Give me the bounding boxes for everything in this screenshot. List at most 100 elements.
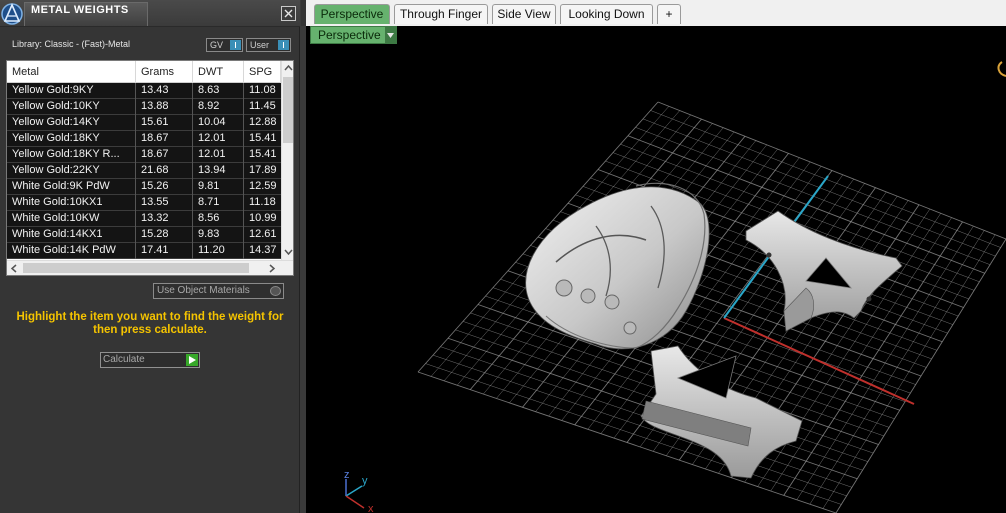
table-row[interactable]: White Gold:9K PdW 15.26 9.81 12.59 xyxy=(7,179,281,195)
dwt-cell: 13.94 xyxy=(193,163,244,179)
table-header: Metal Grams DWT SPG xyxy=(7,61,281,83)
toggle-knob-icon xyxy=(230,40,241,50)
horizontal-scroll-thumb[interactable] xyxy=(23,263,249,273)
tab-through-finger[interactable]: Through Finger xyxy=(394,4,488,24)
grams-cell: 13.43 xyxy=(136,83,193,99)
scroll-up-icon[interactable] xyxy=(282,61,293,75)
panel-title: METAL WEIGHTS xyxy=(31,4,129,16)
letter-k-upper-model[interactable] xyxy=(745,210,903,332)
table-row[interactable]: Yellow Gold:9KY 13.43 8.63 11.08 xyxy=(7,83,281,99)
app-window: METAL WEIGHTS Library: Classic - (Fast)-… xyxy=(0,0,1006,513)
table-row[interactable]: White Gold:10KW 13.32 8.56 10.99 xyxy=(7,211,281,227)
close-icon xyxy=(284,9,293,18)
corner-gizmo-icon xyxy=(997,61,1006,77)
user-toggle[interactable]: User xyxy=(246,38,291,52)
3d-viewport[interactable]: z y x Perspective xyxy=(306,26,1006,513)
panel-title-tab[interactable]: METAL WEIGHTS xyxy=(24,2,148,26)
spg-cell: 17.89 xyxy=(249,164,277,176)
spg-cell: 10.99 xyxy=(249,212,277,224)
tab-side-view[interactable]: Side View xyxy=(492,4,556,24)
add-tab-button[interactable]: + xyxy=(657,4,681,24)
column-header-grams[interactable]: Grams xyxy=(136,61,193,83)
vertical-scrollbar[interactable] xyxy=(281,61,293,260)
grams-cell: 17.41 xyxy=(136,243,193,259)
spg-cell: 11.08 xyxy=(249,84,276,96)
table-row[interactable]: White Gold:10KX1 13.55 8.71 11.18 xyxy=(7,195,281,211)
metal-cell: White Gold:10KW xyxy=(7,211,136,227)
dwt-cell: 11.20 xyxy=(193,243,244,259)
panel-header: METAL WEIGHTS xyxy=(0,0,300,27)
grams-cell: 13.32 xyxy=(136,211,193,227)
dwt-cell: 8.92 xyxy=(193,99,244,115)
grams-cell: 15.28 xyxy=(136,227,193,243)
view-mode-dropdown[interactable]: Perspective xyxy=(310,26,397,44)
column-header-spg[interactable]: SPG xyxy=(244,61,281,83)
spg-cell: 12.61 xyxy=(249,228,277,240)
metal-cell: Yellow Gold:9KY xyxy=(7,83,136,99)
spg-cell: 15.41 xyxy=(249,148,277,160)
view-tab-bar: Perspective Through Finger Side View Loo… xyxy=(301,0,1006,26)
toggle-knob-icon xyxy=(278,40,289,50)
metal-cell: White Gold:9K PdW xyxy=(7,179,136,195)
horizontal-scrollbar[interactable] xyxy=(7,260,293,275)
grams-cell: 18.67 xyxy=(136,147,193,163)
dwt-cell: 12.01 xyxy=(193,131,244,147)
gv-label: GV xyxy=(210,40,224,50)
metal-cell: White Gold:14KX1 xyxy=(7,227,136,243)
use-object-materials-checkbox[interactable]: Use Object Materials xyxy=(153,283,284,299)
hint-text: Highlight the item you want to find the … xyxy=(16,311,284,336)
spg-cell: 11.18 xyxy=(249,196,276,208)
spg-cell: 11.45 xyxy=(249,100,276,112)
dwt-cell: 9.83 xyxy=(193,227,244,243)
metal-weights-panel: METAL WEIGHTS Library: Classic - (Fast)-… xyxy=(0,0,300,513)
play-arrow-icon xyxy=(186,354,198,366)
metal-cell: White Gold:14K PdW xyxy=(7,243,136,259)
grams-cell: 18.67 xyxy=(136,131,193,147)
table-row[interactable]: Yellow Gold:14KY 15.61 10.04 12.88 xyxy=(7,115,281,131)
dwt-cell: 12.01 xyxy=(193,147,244,163)
table-body: Yellow Gold:9KY 13.43 8.63 11.08 Yellow Gold… xyxy=(7,83,281,259)
library-label: Library: Classic - (Fast)-Metal xyxy=(12,39,131,49)
dwt-cell: 8.56 xyxy=(193,211,244,227)
grams-cell: 15.26 xyxy=(136,179,193,195)
y-axis-label: y xyxy=(362,475,368,487)
grams-cell: 15.61 xyxy=(136,115,193,131)
table-row[interactable]: Yellow Gold:18KY R... 18.67 12.01 15.41 xyxy=(7,147,281,163)
calculate-label: Calculate xyxy=(103,354,145,365)
scroll-left-icon[interactable] xyxy=(7,261,21,275)
tab-looking-down[interactable]: Looking Down xyxy=(560,4,653,24)
gv-toggle[interactable]: GV xyxy=(206,38,243,52)
scroll-right-icon[interactable] xyxy=(265,261,279,275)
vertical-scroll-thumb[interactable] xyxy=(283,77,293,143)
table-row[interactable]: Yellow Gold:18KY 18.67 12.01 15.41 xyxy=(7,131,281,147)
x-axis-line xyxy=(723,317,915,405)
x-axis-label: x xyxy=(368,503,374,513)
dwt-cell: 10.04 xyxy=(193,115,244,131)
table-row[interactable]: Yellow Gold:10KY 13.88 8.92 11.45 xyxy=(7,99,281,115)
metal-cell: Yellow Gold:10KY xyxy=(7,99,136,115)
table-row[interactable]: White Gold:14K PdW 17.41 11.20 14.37 xyxy=(7,243,281,259)
view-mode-label: Perspective xyxy=(318,28,381,42)
table-row[interactable]: Yellow Gold:22KY 21.68 13.94 17.89 xyxy=(7,163,281,179)
grams-cell: 21.68 xyxy=(136,163,193,179)
metal-cell: Yellow Gold:18KY R... xyxy=(7,147,136,163)
column-header-dwt[interactable]: DWT xyxy=(193,61,244,83)
metal-table: Metal Grams DWT SPG Yellow Gold:9KY 13.43… xyxy=(6,60,294,276)
radio-icon xyxy=(270,286,281,296)
table-row[interactable]: White Gold:14KX1 15.28 9.83 12.61 xyxy=(7,227,281,243)
metal-cell: Yellow Gold:22KY xyxy=(7,163,136,179)
axis-gizmo-icon: z y x xyxy=(344,469,374,513)
calculate-button[interactable]: Calculate xyxy=(100,352,200,368)
dwt-cell: 9.81 xyxy=(193,179,244,195)
spg-cell: 12.59 xyxy=(249,180,277,192)
tab-perspective[interactable]: Perspective xyxy=(314,4,390,24)
app-logo-icon xyxy=(0,0,26,27)
scroll-down-icon[interactable] xyxy=(282,245,293,259)
column-header-metal[interactable]: Metal xyxy=(7,61,136,83)
scene-canvas: z y x xyxy=(344,61,1006,513)
user-label: User xyxy=(250,40,270,50)
metal-cell: Yellow Gold:14KY xyxy=(7,115,136,131)
metal-cell: Yellow Gold:18KY xyxy=(7,131,136,147)
ring-model[interactable] xyxy=(525,182,710,350)
close-button[interactable] xyxy=(281,6,296,21)
